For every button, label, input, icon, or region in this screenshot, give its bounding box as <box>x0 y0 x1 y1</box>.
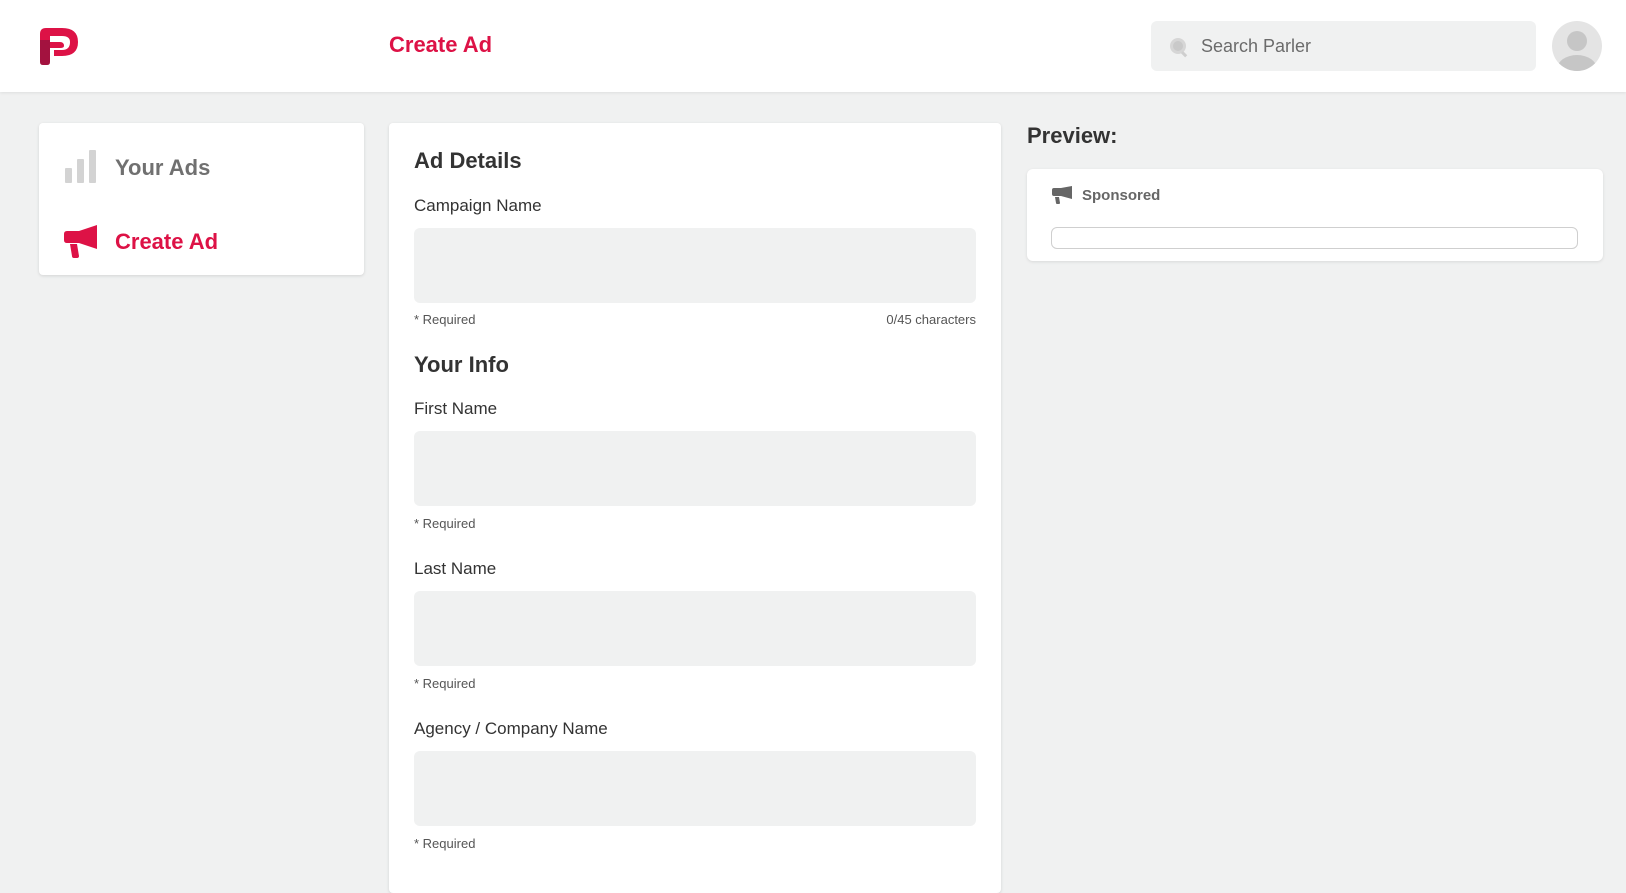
megaphone-icon <box>1051 185 1073 205</box>
last-name-label: Last Name <box>414 559 497 578</box>
search-input[interactable] <box>1201 21 1521 71</box>
megaphone-icon <box>63 223 99 266</box>
page-title: Create Ad <box>389 32 493 57</box>
user-silhouette-icon <box>1557 31 1597 71</box>
sponsored-label: Sponsored <box>1082 187 1161 204</box>
parler-logo-icon[interactable] <box>38 26 80 66</box>
bar-chart-icon <box>63 149 99 190</box>
required-hint: * Required <box>414 836 476 851</box>
first-name-label: First Name <box>414 399 498 418</box>
sidebar: Your Ads Create Ad <box>39 123 364 275</box>
campaign-name-input[interactable] <box>414 228 976 303</box>
company-name-input[interactable] <box>414 751 976 826</box>
required-hint: * Required <box>414 676 476 691</box>
top-bar: Create Ad <box>0 0 1626 92</box>
preview-content-placeholder <box>1051 227 1578 249</box>
sidebar-item-label: Create Ad <box>115 229 219 254</box>
sidebar-item-create-ad[interactable]: Create Ad <box>39 213 364 273</box>
last-name-input[interactable] <box>414 591 976 666</box>
required-hint: * Required <box>414 312 476 327</box>
first-name-input[interactable] <box>414 431 976 506</box>
search-bar[interactable] <box>1151 21 1536 71</box>
avatar[interactable] <box>1552 21 1602 71</box>
section-title-ad-details: Ad Details <box>414 148 522 173</box>
sidebar-item-your-ads[interactable]: Your Ads <box>39 137 364 197</box>
character-counter: 0/45 characters <box>886 312 976 327</box>
sidebar-item-label: Your Ads <box>115 155 211 180</box>
preview-title: Preview: <box>1027 123 1118 148</box>
search-icon <box>1168 36 1190 58</box>
ad-preview-card: Sponsored <box>1027 169 1603 261</box>
required-hint: * Required <box>414 516 476 531</box>
section-title-your-info: Your Info <box>414 352 509 377</box>
company-name-label: Agency / Company Name <box>414 719 608 738</box>
ad-form-card: Ad Details Campaign Name * Required 0/45… <box>389 123 1001 893</box>
campaign-name-label: Campaign Name <box>414 196 542 215</box>
